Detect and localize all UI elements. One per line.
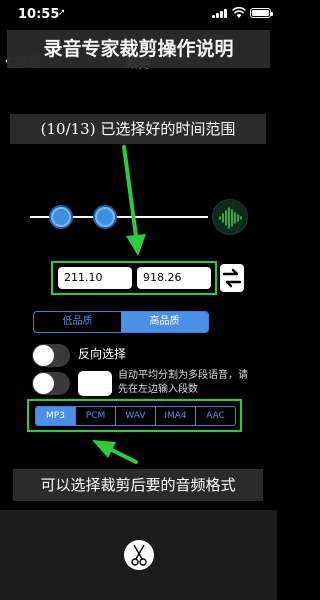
arrow-to-formats — [108, 447, 138, 464]
end-time-field[interactable] — [137, 267, 211, 289]
signal-icon — [212, 9, 228, 18]
battery-icon — [250, 8, 273, 18]
split-toggle[interactable] — [32, 372, 70, 395]
format-segmented-control: MP3 PCM WAV IMA4 AAC — [35, 406, 236, 426]
format-highlight: MP3 PCM WAV IMA4 AAC — [27, 399, 242, 432]
quality-option-low[interactable]: 低品质 — [34, 312, 121, 332]
arrow-to-formats-head — [92, 440, 116, 458]
reverse-label: 反向选择 — [78, 347, 127, 361]
range-end-handle[interactable] — [95, 207, 115, 227]
format-option-pcm[interactable]: PCM — [75, 407, 115, 425]
arrow-to-range-head — [126, 234, 146, 256]
scissors-icon — [131, 544, 147, 566]
instruction-banner-format: 可以选择裁剪后要的音频格式 — [13, 469, 263, 501]
format-option-aac[interactable]: AAC — [195, 407, 235, 425]
status-time: 10:55 — [18, 7, 60, 22]
format-option-mp3[interactable]: MP3 — [36, 407, 75, 425]
instruction-banner-title: 录音专家裁剪操作说明 — [7, 30, 270, 68]
location-icon: ➚ — [58, 8, 66, 18]
swap-button[interactable] — [220, 264, 244, 292]
start-time-field[interactable] — [58, 267, 132, 289]
split-label: 自动平均分割为多段语音，请先在左边输入段数 — [118, 370, 248, 395]
arrow-to-range — [122, 145, 138, 238]
format-option-wav[interactable]: WAV — [115, 407, 155, 425]
swap-icon — [222, 268, 242, 288]
format-option-ima4[interactable]: IMA4 — [155, 407, 195, 425]
cut-button[interactable] — [124, 540, 154, 570]
quality-option-high[interactable]: 高品质 — [121, 312, 208, 332]
reverse-toggle[interactable] — [32, 344, 70, 367]
time-range-highlight — [51, 261, 217, 295]
instruction-banner-range: (10/13) 已选择好的时间范围 — [10, 114, 266, 144]
waveform-button[interactable] — [212, 199, 248, 235]
wifi-icon — [232, 7, 246, 18]
segment-count-field[interactable] — [78, 371, 112, 396]
waveform-icon — [219, 207, 242, 229]
range-start-handle[interactable] — [51, 207, 71, 227]
quality-segmented-control: 低品质 高品质 — [33, 311, 209, 333]
status-bar: 10:55 ➚ — [0, 0, 277, 26]
